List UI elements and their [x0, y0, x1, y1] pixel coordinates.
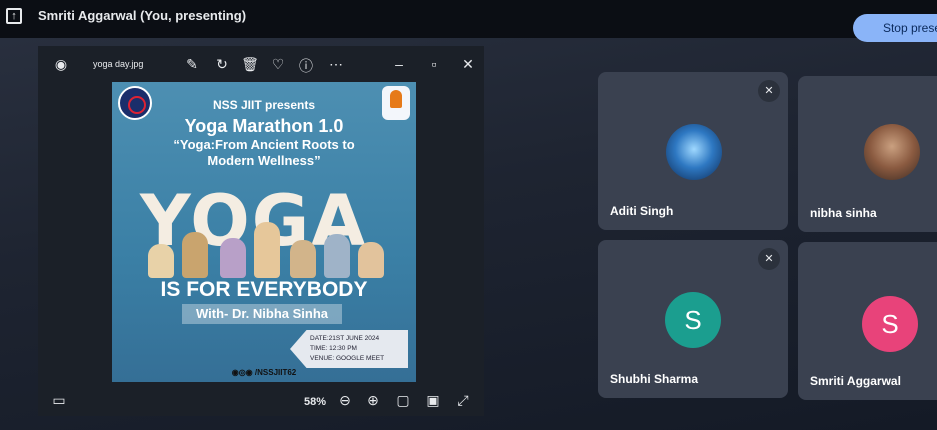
yoga-figures-illustration	[142, 218, 388, 278]
edit-image-icon[interactable]: ✎	[183, 56, 201, 73]
avatar: S	[862, 296, 918, 352]
participant-name: Aditi Singh	[610, 204, 674, 218]
poster-tagline-1: “Yoga:From Ancient Roots to	[173, 137, 355, 152]
presenting-bar: ↑ Smriti Aggarwal (You, presenting)	[0, 0, 937, 38]
info-icon[interactable]: ⓘ	[297, 56, 315, 76]
participant-tile-aditi[interactable]: ✕ Aditi Singh	[598, 72, 788, 230]
poster-date-tag: DATE:21ST JUNE 2024 TIME: 12:30 PM VENUE…	[290, 330, 408, 368]
poster-speaker: With- Dr. Nibha Sinha	[182, 304, 342, 324]
poster-event-title: Yoga Marathon 1.0	[184, 116, 344, 136]
file-name: yoga day.jpg	[93, 59, 144, 69]
filmstrip-icon[interactable]: ▭	[50, 392, 68, 409]
poster-slogan: IS FOR EVERYBODY	[160, 278, 368, 301]
mic-off-icon: ✕	[758, 80, 780, 102]
poster-presenter: NSS JIIT presents	[212, 98, 316, 112]
photo-viewer-window: ◉ yoga day.jpg ✎ ↻ 🗑 ♡ ⓘ ⋯ – ▫ ✕ NSS JII…	[38, 46, 484, 416]
stop-presenting-button[interactable]: Stop preser	[853, 14, 937, 42]
participant-tile-smriti[interactable]: S Smriti Aggarwal	[798, 242, 937, 400]
poster-social-handle: ◉◎◉ /NSSJIIT62	[231, 368, 297, 377]
minimize-icon[interactable]: –	[390, 56, 408, 72]
zoom-level: 58%	[304, 396, 327, 408]
meet-screen: ↑ Smriti Aggarwal (You, presenting) Stop…	[0, 0, 937, 430]
presenting-label: Smriti Aggarwal (You, presenting)	[38, 8, 247, 23]
social-icons: ◉◎◉	[231, 368, 253, 377]
poster-venue: VENUE: GOOGLE MEET	[310, 355, 385, 362]
avatar	[864, 124, 920, 180]
participant-tile-nibha[interactable]: nibha sinha	[798, 76, 937, 232]
more-options-icon[interactable]: ⋯	[327, 56, 345, 73]
mic-off-icon: ✕	[758, 248, 780, 270]
zoom-in-icon[interactable]: ⊕	[364, 392, 382, 409]
close-icon[interactable]: ✕	[459, 56, 477, 73]
poster-tagline-2: Modern Wellness”	[207, 153, 321, 168]
yoga-poster-image: NSS JIIT presents Yoga Marathon 1.0 “Yog…	[112, 82, 416, 382]
maximize-icon[interactable]: ▫	[425, 56, 443, 72]
participant-tile-shubhi[interactable]: ✕ S Shubhi Sharma	[598, 240, 788, 398]
viewer-toolbar: ◉ yoga day.jpg ✎ ↻ 🗑 ♡ ⓘ ⋯ – ▫ ✕	[38, 46, 484, 86]
viewer-bottom-bar: ▭ 58% ⊖ ⊕ ▢ ▣ ⤢	[38, 386, 484, 416]
present-screen-icon: ↑	[6, 8, 22, 24]
participant-name: Shubhi Sharma	[610, 372, 699, 386]
delete-icon[interactable]: 🗑	[241, 56, 259, 73]
poster-time: TIME: 12:30 PM	[310, 345, 357, 352]
fit-to-window-icon[interactable]: ▢	[394, 392, 412, 409]
avatar: S	[665, 292, 721, 348]
avatar	[666, 124, 722, 180]
poster-date: DATE:21ST JUNE 2024	[310, 335, 380, 342]
fullscreen-icon[interactable]: ⤢	[454, 392, 472, 409]
actual-size-icon[interactable]: ▣	[424, 392, 442, 409]
participant-name: nibha sinha	[810, 206, 877, 220]
photos-app-icon: ◉	[54, 56, 68, 72]
zoom-out-icon[interactable]: ⊖	[336, 392, 354, 409]
participant-name: Smriti Aggarwal	[810, 374, 901, 388]
favorite-heart-icon[interactable]: ♡	[269, 56, 287, 73]
rotate-icon[interactable]: ↻	[213, 56, 231, 73]
